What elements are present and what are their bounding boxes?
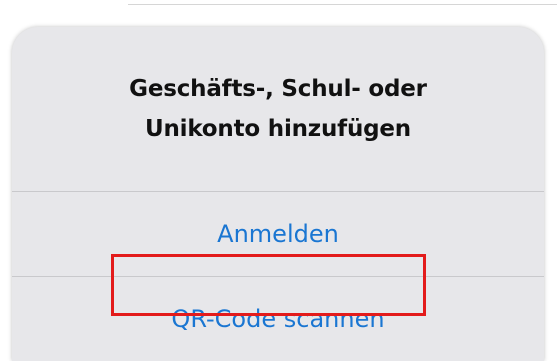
sheet-title-line-2: Unikonto hinzufügen bbox=[144, 116, 411, 142]
action-sheet-header: Geschäfts-, Schul- oder Unikonto hinzufü… bbox=[12, 27, 544, 191]
sheet-title-line-1: Geschäfts-, Schul- oder bbox=[129, 76, 427, 102]
highlight-box bbox=[111, 254, 426, 316]
top-divider bbox=[128, 4, 557, 5]
